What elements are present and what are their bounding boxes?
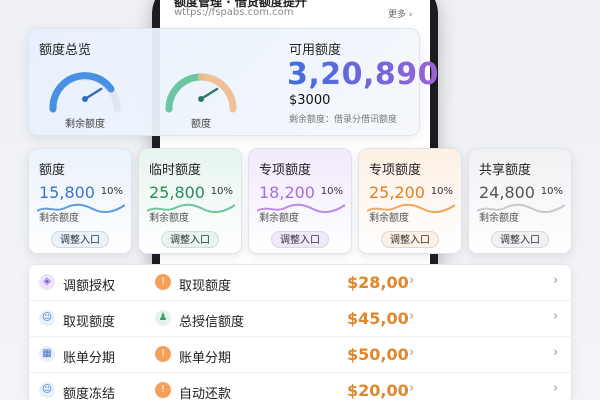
- chevron-right-icon[interactable]: ›: [553, 273, 558, 288]
- card-title: 专项额度: [369, 163, 422, 178]
- card-value: 25,200: [369, 183, 425, 202]
- alert-icon: !: [155, 382, 171, 398]
- chevron-right-icon[interactable]: ›: [409, 345, 414, 360]
- card-note: 剩余额度: [149, 213, 189, 224]
- card-percent: 10%: [320, 186, 343, 197]
- list-amount: $45,00: [347, 309, 409, 328]
- card-note: 剩余额度: [39, 213, 79, 224]
- card-special-purple[interactable]: 专项额度 18,200 10% 剩余额度调整入口: [248, 148, 352, 254]
- adjust-button[interactable]: 调整入口: [271, 231, 329, 248]
- page-url[interactable]: wttps://fspabs.com.com: [174, 7, 294, 18]
- available-sub: $3000: [289, 93, 331, 108]
- card-note: 剩余额度: [369, 213, 409, 224]
- chevron-right-icon[interactable]: ›: [409, 273, 414, 288]
- card-shared[interactable]: 共享额度 24,800 10% 剩余额度调整入口: [468, 148, 572, 254]
- card-note: 剩余额度: [479, 213, 519, 224]
- gauge-credit-label: 额度: [191, 119, 211, 130]
- available-title: 可用额度: [289, 43, 342, 58]
- list-item[interactable]: ◈ 调额授权! 取现额度 $28,00 › ›: [29, 265, 573, 301]
- card-special-orange[interactable]: 专项额度 25,200 10% 剩余额度调整入口: [358, 148, 462, 254]
- list-right-label: 自动还款: [179, 387, 232, 400]
- adjust-button[interactable]: 调整入口: [491, 231, 549, 248]
- list-right-label: 取现额度: [179, 279, 232, 294]
- list-item[interactable]: ☺ 取现额度 ♟ 总授信额度 $45,00 › ›: [29, 301, 573, 337]
- chevron-right-icon[interactable]: ›: [409, 381, 414, 396]
- chevron-right-icon[interactable]: ›: [553, 381, 558, 396]
- overview-title: 额度总览: [39, 43, 92, 58]
- card-percent: 10%: [540, 186, 563, 197]
- user-icon: ☺: [39, 382, 55, 398]
- list-left-label: 额度冻结: [63, 387, 116, 400]
- list-left-label: 取现额度: [63, 315, 116, 330]
- card-note: 剩余额度: [259, 213, 299, 224]
- card-credit[interactable]: 额度 15,800 10% 剩余额度调整入口: [28, 148, 132, 254]
- overview-card: 额度总览 剩余额度 额度 可用额度 3,20,890 $3000 剩余额度：借录…: [28, 28, 439, 136]
- card-title: 额度: [39, 163, 66, 178]
- list-amount: $50,00: [347, 345, 409, 364]
- more-link[interactable]: 更多 ›: [388, 7, 412, 20]
- list-item[interactable]: ☺ 额度冻结! 自动还款 $20,00 › ›: [29, 373, 573, 400]
- user-icon: ☺: [39, 310, 55, 326]
- credit-list: ◈ 调额授权! 取现额度 $28,00 › › ☺ 取现额度 ♟ 总授信额度 $45,00 › › ▦ 账单…: [28, 264, 573, 400]
- shield-icon: ◈: [39, 274, 55, 290]
- card-title: 专项额度: [259, 163, 312, 178]
- adjust-button[interactable]: 调整入口: [161, 231, 219, 248]
- alert-icon: !: [155, 274, 171, 290]
- gauge-credit: [165, 73, 237, 113]
- card-percent: 10%: [100, 186, 123, 197]
- available-value: 3,20,890: [287, 57, 440, 92]
- list-right-label: 总授信额度: [179, 315, 245, 330]
- available-note: 剩余额度：借录分借讯额度: [289, 115, 398, 125]
- adjust-button[interactable]: 调整入口: [51, 231, 109, 248]
- gauge-remaining: [49, 72, 121, 113]
- group-icon: ♟: [155, 310, 171, 326]
- adjust-button[interactable]: 调整入口: [381, 231, 439, 248]
- list-left-label: 调额授权: [63, 279, 116, 294]
- card-title: 临时额度: [149, 163, 202, 178]
- chevron-right-icon[interactable]: ›: [553, 345, 558, 360]
- list-amount: $20,00: [347, 381, 409, 400]
- calendar-icon: ▦: [39, 346, 55, 362]
- chevron-right-icon[interactable]: ›: [553, 309, 558, 324]
- gauge-remaining-label: 剩余额度: [65, 119, 105, 130]
- list-left-label: 账单分期: [63, 351, 116, 366]
- card-value: 18,200: [259, 183, 315, 202]
- card-temporary[interactable]: 临时额度 25,800 10% 剩余额度调整入口: [138, 148, 242, 254]
- card-percent: 10%: [210, 186, 233, 197]
- alert-icon: !: [155, 346, 171, 362]
- chevron-right-icon[interactable]: ›: [409, 309, 414, 324]
- card-value: 25,800: [149, 183, 205, 202]
- card-value: 15,800: [39, 183, 95, 202]
- card-title: 共享额度: [479, 163, 532, 178]
- list-right-label: 账单分期: [179, 351, 232, 366]
- card-percent: 10%: [430, 186, 453, 197]
- card-value: 24,800: [479, 183, 535, 202]
- list-item[interactable]: ▦ 账单分期! 账单分期 $50,00 › ›: [29, 337, 573, 373]
- list-amount: $28,00: [347, 273, 409, 292]
